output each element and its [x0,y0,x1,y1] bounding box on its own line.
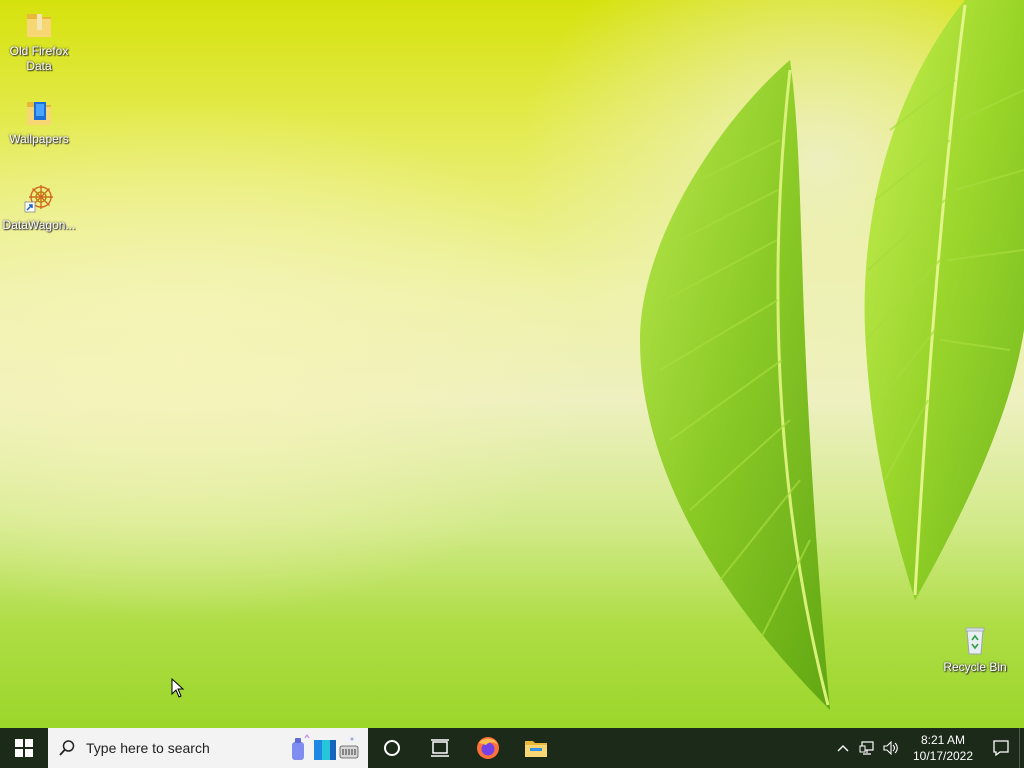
desktop[interactable]: Old Firefox Data Wallpapers DataWagon... [0,0,1024,728]
clock-date: 10/17/2022 [912,749,974,763]
show-hidden-icons-button[interactable] [831,728,855,768]
desktop-icon-label: Wallpapers [9,132,69,146]
desktop-icon-old-firefox-data[interactable]: Old Firefox Data [1,8,77,74]
file-explorer-icon [525,741,547,757]
chevron-up-icon [837,745,849,752]
wallpaper-leaves [640,0,1024,710]
folder-icon [27,14,51,37]
mouse-cursor-icon [171,678,185,698]
windows-logo-icon [15,739,33,757]
cortana-circle-icon [384,740,400,756]
notification-icon [993,740,1009,757]
firefox-icon [477,737,499,759]
search-highlight-icon [292,733,359,760]
clock-time: 8:21 AM [920,733,966,747]
desktop-icon-recycle-bin[interactable]: Recycle Bin [937,624,1013,675]
search-placeholder: Type here to search [86,740,210,756]
datawagon-shortcut-icon [24,185,53,213]
taskbar-search-box[interactable]: Type here to search [48,728,368,768]
desktop-icon-wallpapers[interactable]: Wallpapers [1,96,77,147]
volume-button[interactable] [879,728,903,768]
speaker-icon [883,741,898,755]
system-tray: 8:21 AM 10/17/2022 [831,728,1024,768]
start-button[interactable] [0,728,48,768]
desktop-icon-label: DataWagon... [2,218,76,232]
firefox-taskbar-button[interactable] [464,728,512,768]
taskbar-clock[interactable]: 8:21 AM 10/17/2022 [907,732,979,764]
cortana-button[interactable] [368,728,416,768]
desktop-icon-label: Recycle Bin [943,660,1007,674]
search-icon [59,740,75,756]
desktop-icon-datawagon[interactable]: DataWagon... [1,182,77,233]
folder-icon [27,102,51,125]
task-view-button[interactable] [416,728,464,768]
file-explorer-taskbar-button[interactable] [512,728,560,768]
recycle-bin-icon [965,627,985,655]
action-center-button[interactable] [983,728,1019,768]
desktop-icon-label: Old Firefox Data [9,44,69,73]
task-view-icon [431,739,449,757]
show-desktop-button[interactable] [1019,728,1024,768]
network-wired-icon [859,741,874,755]
network-button[interactable] [855,728,879,768]
taskbar: Type here to search 8:21 AM 10/17/2022 [0,728,1024,768]
